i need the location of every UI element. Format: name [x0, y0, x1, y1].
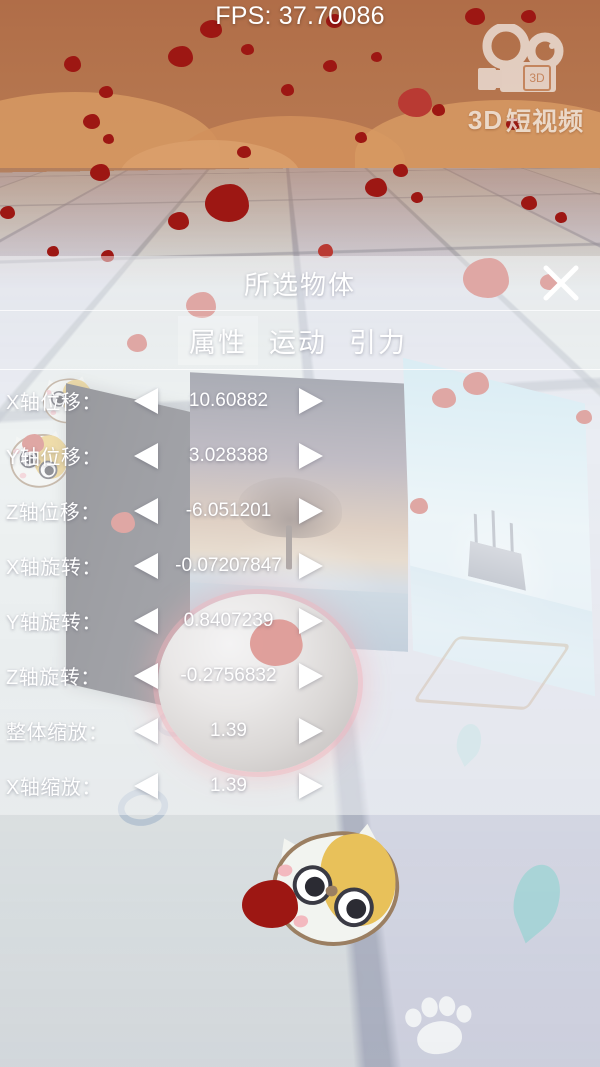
triangle-left-icon — [134, 772, 158, 799]
decrement-y-position-button[interactable] — [125, 439, 169, 473]
triangle-left-icon — [134, 662, 158, 689]
triangle-left-icon — [134, 552, 158, 579]
triangle-right-icon — [299, 552, 323, 579]
increment-x-rotation-button[interactable] — [288, 549, 332, 583]
decrement-z-rotation-button[interactable] — [125, 659, 169, 693]
triangle-right-icon — [299, 772, 323, 799]
watermark: 3D 3D 短视频 — [466, 24, 586, 138]
property-row: Z轴旋转： -0.2756832 — [0, 648, 600, 703]
tab-gravity[interactable]: 引力 — [338, 316, 418, 365]
tab-properties[interactable]: 属性 — [178, 315, 258, 365]
property-value: 10.60882 — [188, 389, 269, 411]
petal — [168, 212, 189, 230]
panel-tabbar: 属性 运动 引力 — [0, 311, 600, 370]
petal — [241, 44, 254, 55]
increment-y-position-button[interactable] — [288, 439, 332, 473]
property-label: Z轴旋转： — [6, 667, 101, 689]
property-value: 1.39 — [210, 719, 247, 741]
watermark-3d-label: 3D — [467, 104, 504, 135]
petal — [90, 164, 110, 181]
property-value: 1.39 — [210, 774, 247, 796]
movie-camera-icon: 3D — [478, 24, 564, 92]
property-value: 3.028388 — [188, 444, 269, 466]
decrement-uniform-scale-button[interactable] — [125, 714, 169, 748]
triangle-left-icon — [134, 717, 158, 744]
triangle-right-icon — [299, 717, 323, 744]
petal — [83, 114, 100, 129]
property-label: Z轴位移： — [6, 502, 101, 524]
triangle-left-icon — [134, 497, 158, 524]
petal — [555, 212, 567, 223]
property-row: Y轴旋转： 0.8407239 — [0, 593, 600, 648]
tab-motion[interactable]: 运动 — [258, 316, 338, 365]
petal — [242, 880, 298, 928]
property-label: X轴旋转： — [6, 557, 102, 579]
petal — [365, 178, 387, 197]
petal — [0, 206, 15, 219]
decrement-y-rotation-button[interactable] — [125, 604, 169, 638]
property-label: X轴位移： — [6, 392, 102, 414]
property-label: X轴缩放： — [6, 777, 102, 799]
triangle-right-icon — [299, 442, 323, 469]
watermark-brand-label: 短视频 — [506, 108, 585, 136]
triangle-right-icon — [299, 662, 323, 689]
property-value: -6.051201 — [185, 499, 272, 521]
increment-y-rotation-button[interactable] — [288, 604, 332, 638]
property-label: Y轴位移： — [6, 447, 102, 469]
petal — [237, 146, 251, 158]
app-root: FPS: 37.70086 3D 3D 短视频 所选物体 属性 运动 引力 X轴… — [0, 0, 600, 1067]
selected-object-panel: 所选物体 属性 运动 引力 X轴位移： 10.60882 Y轴位移： 3.028… — [0, 256, 600, 815]
watermark-text: 3D 短视频 — [468, 102, 584, 138]
petal — [432, 104, 445, 116]
triangle-right-icon — [299, 607, 323, 634]
petal — [281, 84, 294, 96]
close-icon[interactable] — [538, 260, 584, 306]
decrement-x-rotation-button[interactable] — [125, 549, 169, 583]
panel-title: 所选物体 — [243, 269, 356, 300]
petal — [521, 196, 537, 210]
petal — [355, 132, 367, 143]
petal — [205, 184, 249, 222]
increment-x-position-button[interactable] — [288, 384, 332, 418]
property-label: Y轴旋转： — [6, 612, 102, 634]
svg-text:3D: 3D — [529, 71, 545, 85]
property-value: 0.8407239 — [183, 609, 274, 631]
petal — [64, 56, 81, 72]
petal light — [323, 60, 337, 72]
property-row: X轴缩放： 1.39 — [0, 758, 600, 813]
property-value: -0.07207847 — [175, 554, 282, 576]
decrement-x-scale-button[interactable] — [125, 769, 169, 803]
property-row: Y轴位移： 3.028388 — [0, 428, 600, 483]
panel-header: 所选物体 — [0, 256, 600, 311]
increment-x-scale-button[interactable] — [288, 769, 332, 803]
triangle-left-icon — [134, 607, 158, 634]
petal — [168, 46, 193, 67]
property-label: 整体缩放： — [6, 722, 109, 744]
petal — [103, 134, 114, 144]
decrement-z-position-button[interactable] — [125, 494, 169, 528]
increment-uniform-scale-button[interactable] — [288, 714, 332, 748]
triangle-right-icon — [299, 497, 323, 524]
petal — [398, 88, 432, 117]
triangle-right-icon — [299, 387, 323, 414]
petal — [99, 86, 113, 98]
petal — [393, 164, 408, 177]
property-row: Z轴位移： -6.051201 — [0, 483, 600, 538]
triangle-left-icon — [134, 387, 158, 414]
petal — [411, 192, 423, 203]
property-row: X轴旋转： -0.07207847 — [0, 538, 600, 593]
property-value: -0.2756832 — [180, 664, 277, 686]
property-row: X轴位移： 10.60882 — [0, 373, 600, 428]
triangle-left-icon — [134, 442, 158, 469]
increment-z-position-button[interactable] — [288, 494, 332, 528]
property-rows: X轴位移： 10.60882 Y轴位移： 3.028388 Z轴位移： -6.0… — [0, 370, 600, 813]
increment-z-rotation-button[interactable] — [288, 659, 332, 693]
petal — [371, 52, 382, 62]
decrement-x-position-button[interactable] — [125, 384, 169, 418]
property-row: 整体缩放： 1.39 — [0, 703, 600, 758]
paw-print-tile-icon — [399, 989, 479, 1061]
